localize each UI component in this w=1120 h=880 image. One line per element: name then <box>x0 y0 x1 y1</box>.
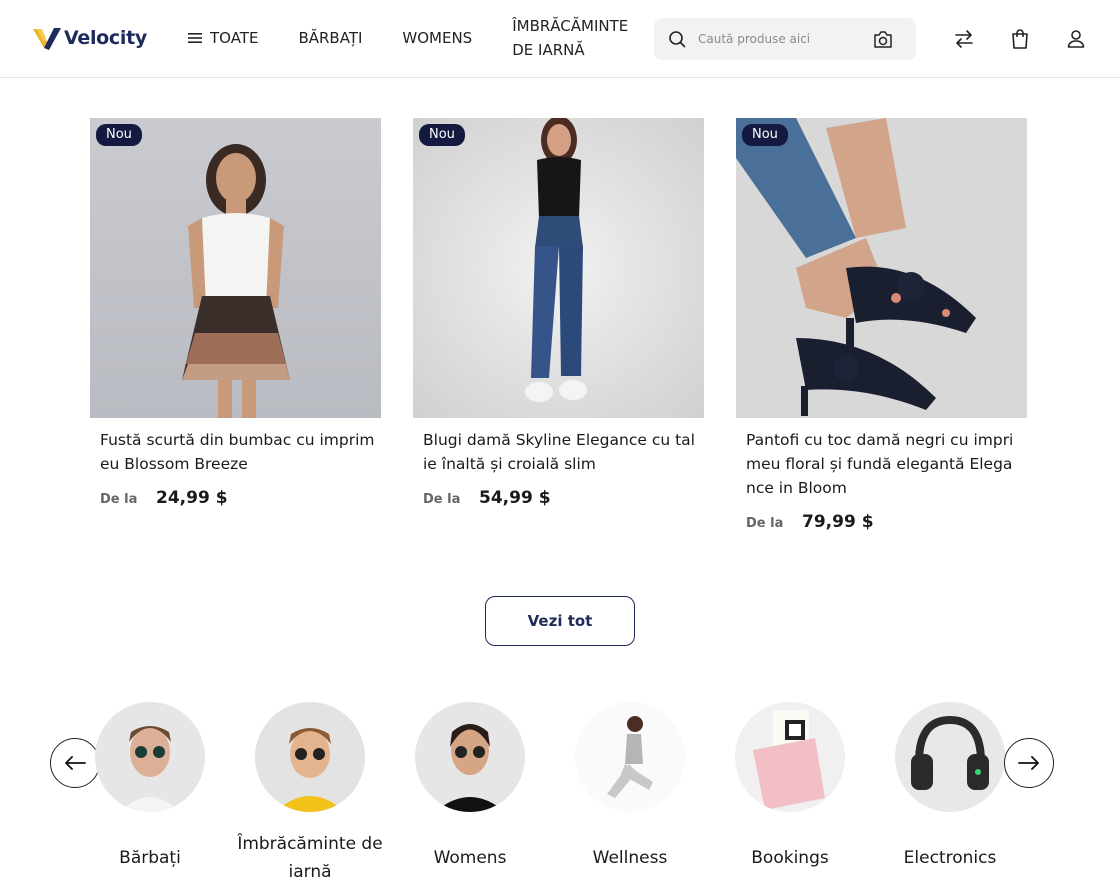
category-label: Womens <box>433 848 507 868</box>
user-icon[interactable] <box>1064 27 1088 51</box>
product-image[interactable]: Nou <box>413 118 704 418</box>
site-header: Velocity TOATE BĂRBAȚI WOMENS ÎMBRĂCĂMIN… <box>0 0 1120 78</box>
price-from-label: De la <box>423 492 461 507</box>
price-from-label: De la <box>746 516 784 531</box>
new-badge: Nou <box>742 124 788 146</box>
search-bar <box>654 18 916 60</box>
product-image-heels <box>736 118 976 416</box>
product-title[interactable]: Blugi damă Skyline Elegance cu talie îna… <box>423 428 699 476</box>
category-item-winter-clothing[interactable]: Îmbrăcăminte de iarnă <box>230 702 390 880</box>
price-from-label: De la <box>100 492 138 507</box>
product-image-jeans <box>525 118 587 402</box>
price-value: 79,99 $ <box>802 512 874 532</box>
main-nav: TOATE BĂRBAȚI WOMENS ÎMBRĂCĂMINTE DE IAR… <box>188 0 664 76</box>
shopping-bag-icon[interactable] <box>1008 27 1032 51</box>
category-item-bookings[interactable]: Bookings <box>710 702 870 872</box>
nav-item-all[interactable]: TOATE <box>188 29 258 47</box>
product-card[interactable]: Nou Fustă scurtă din bumbac cu imprimeu … <box>90 118 381 508</box>
nav-item-label: WOMENS <box>402 29 473 47</box>
category-image <box>95 702 205 812</box>
new-badge: Nou <box>96 124 142 146</box>
view-all-button[interactable]: Vezi tot <box>485 596 635 646</box>
logo[interactable]: Velocity <box>32 24 147 52</box>
price-row: De la 79,99 $ <box>746 512 1027 532</box>
category-label: Bărbați <box>119 848 181 868</box>
category-label: Electronics <box>903 848 997 868</box>
category-item-electronics[interactable]: Electronics <box>870 702 1030 872</box>
category-label: Îmbrăcăminte de iarnă <box>237 834 383 880</box>
category-image <box>575 702 685 812</box>
nav-item-men[interactable]: BĂRBAȚI <box>298 29 362 47</box>
carousel-next-button[interactable] <box>1004 738 1054 788</box>
category-label: Bookings <box>751 848 829 868</box>
product-title[interactable]: Pantofi cu toc damă negri cu imprimeu fl… <box>746 428 1022 500</box>
price-row: De la 54,99 $ <box>423 488 704 508</box>
price-value: 24,99 $ <box>156 488 228 508</box>
search-input[interactable] <box>698 28 858 50</box>
nav-item-label: TOATE <box>210 29 259 47</box>
category-item-womens[interactable]: Womens <box>390 702 550 872</box>
product-card[interactable]: Nou Blugi damă Skyline Elegance cu talie… <box>413 118 704 508</box>
search-icon[interactable] <box>668 30 686 48</box>
compare-icon[interactable] <box>952 27 976 51</box>
category-image <box>415 702 525 812</box>
product-image[interactable]: Nou <box>736 118 1027 418</box>
nav-item-label: ÎMBRĂCĂMINTE DE IARNĂ <box>512 17 629 59</box>
arrow-right-icon <box>1018 756 1039 770</box>
price-value: 54,99 $ <box>479 488 551 508</box>
product-title[interactable]: Fustă scurtă din bumbac cu imprimeu Blos… <box>100 428 376 476</box>
price-row: De la 24,99 $ <box>100 488 381 508</box>
menu-icon <box>188 33 202 43</box>
category-item-men[interactable]: Bărbați <box>70 702 230 872</box>
product-image-skirt <box>182 144 290 418</box>
nav-item-label: BĂRBAȚI <box>298 29 363 47</box>
product-image[interactable]: Nou <box>90 118 381 418</box>
nav-item-womens[interactable]: WOMENS <box>402 29 472 47</box>
logo-mark-icon <box>33 28 61 50</box>
category-image <box>255 702 365 812</box>
new-badge: Nou <box>419 124 465 146</box>
category-item-wellness[interactable]: Wellness <box>550 702 710 872</box>
category-image <box>735 702 845 812</box>
product-card[interactable]: Nou Pantofi cu toc damă negri cu imprime… <box>736 118 1027 532</box>
category-image <box>895 702 1005 812</box>
category-label: Wellness <box>592 848 668 868</box>
nav-item-winter-clothing[interactable]: ÎMBRĂCĂMINTE DE IARNĂ <box>512 14 640 62</box>
logo-text: Velocity <box>64 27 147 49</box>
camera-icon[interactable] <box>872 30 894 50</box>
